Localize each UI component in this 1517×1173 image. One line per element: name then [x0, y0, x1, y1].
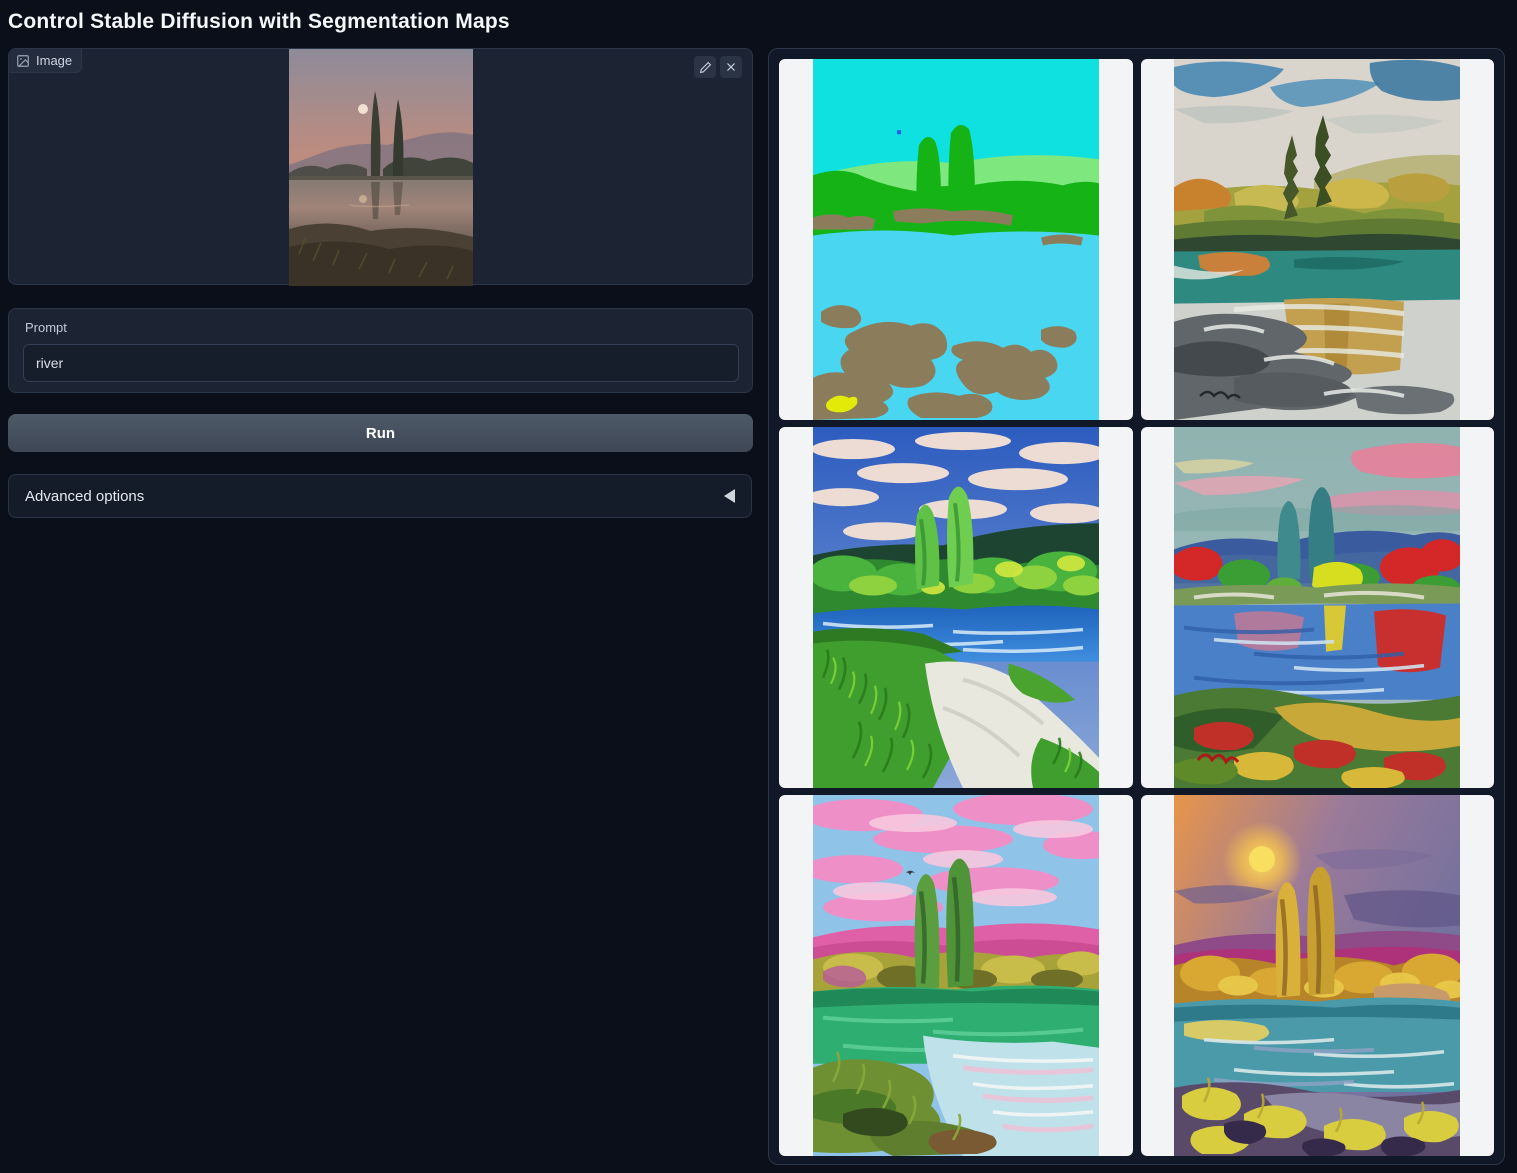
prompt-input[interactable]	[23, 344, 739, 382]
image-input-label-text: Image	[36, 53, 72, 68]
image-input-panel[interactable]: Image	[8, 48, 753, 285]
gallery-item-5[interactable]	[779, 795, 1133, 1156]
output-gallery	[768, 48, 1505, 1165]
edit-image-button[interactable]	[694, 56, 716, 78]
gallery-image-vivid	[813, 427, 1099, 788]
gallery-item-6[interactable]	[1141, 795, 1495, 1156]
run-button[interactable]: Run	[8, 414, 753, 452]
gallery-item-3[interactable]	[779, 427, 1133, 788]
gallery-image-segmentation-map	[813, 59, 1099, 420]
main-layout: Image	[8, 48, 1505, 1165]
uploaded-river-photo	[289, 49, 473, 286]
left-column: Image	[8, 48, 753, 518]
gallery-image-fauvist	[1174, 427, 1460, 788]
advanced-options-accordion[interactable]: Advanced options	[8, 474, 752, 518]
x-icon	[725, 61, 737, 73]
prompt-panel: Prompt	[8, 308, 753, 393]
page-title: Control Stable Diffusion with Segmentati…	[8, 8, 1505, 34]
gallery-item-1[interactable]	[779, 59, 1133, 420]
gallery-item-4[interactable]	[1141, 427, 1495, 788]
app-page: Control Stable Diffusion with Segmentati…	[0, 0, 1517, 1173]
prompt-label: Prompt	[25, 320, 738, 335]
gallery-image-golden-sunset	[1174, 795, 1460, 1156]
pencil-icon	[699, 61, 712, 74]
image-input-label: Image	[9, 49, 82, 73]
image-toolbar	[694, 56, 742, 78]
advanced-options-label: Advanced options	[25, 488, 144, 505]
image-icon	[16, 54, 30, 68]
gallery-item-2[interactable]	[1141, 59, 1495, 420]
clear-image-button[interactable]	[720, 56, 742, 78]
gallery-image-pink-sunset	[813, 795, 1099, 1156]
accordion-collapsed-arrow-icon	[724, 489, 735, 503]
uploaded-image[interactable]	[289, 49, 473, 286]
gallery-image-watercolor	[1174, 59, 1460, 420]
